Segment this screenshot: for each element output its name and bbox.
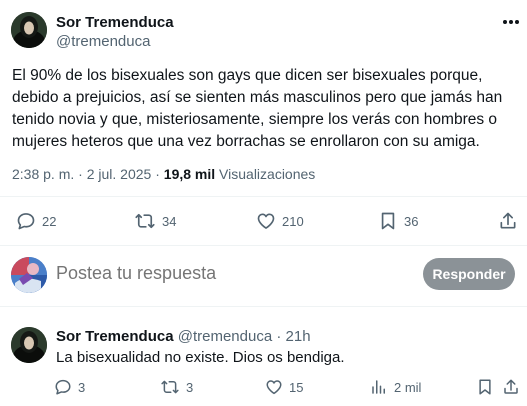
reply-like-button[interactable]: 15 [265,378,303,396]
retweet-button[interactable]: 34 [134,211,176,231]
divider [0,306,527,318]
retweet-icon [135,213,155,229]
tweet-text-line: debido a prejuicios, así se sienten más … [12,89,503,106]
reply-reply-count: 3 [78,379,86,395]
reply-views-button[interactable]: 2 mil [370,378,421,396]
heart-icon [266,380,282,395]
author-name[interactable]: Sor Tremenduca [56,14,174,31]
reply-button[interactable]: 22 [16,211,56,231]
retweet-count: 34 [162,213,177,229]
tweet-time[interactable]: 2:38 p. m. [12,166,74,182]
bookmark-icon [479,379,491,395]
tweet-text-line: El 90% de los bisexuales son gays que di… [12,67,483,84]
share-icon [504,379,518,394]
reply-author-avatar[interactable] [11,327,47,363]
reply-header: Sor Tremenduca @tremenduca · 21h [56,328,311,345]
reply-count: 22 [42,213,57,229]
heart-icon [257,213,275,229]
share-button[interactable] [498,211,518,231]
divider [0,196,527,197]
tweet-text-line: mujeres heteros que una vez borrachas se… [12,133,480,150]
like-count: 210 [282,213,304,229]
user-avatar[interactable] [11,257,47,293]
reply-share-button[interactable] [502,378,520,396]
reply-input[interactable] [56,263,386,284]
reply-like-count: 15 [289,379,304,395]
reply-time[interactable]: 21h [286,328,311,345]
more-options-icon[interactable] [503,20,519,24]
reply-separator: · [276,328,282,345]
reply-author-handle[interactable]: @tremenduca [178,328,272,345]
reply-icon [17,213,35,230]
bookmark-icon [381,212,395,230]
views-label[interactable]: Visualizaciones [219,166,315,182]
tweet-text-line: tenido novia y que, misteriosamente, sie… [12,111,498,128]
reply-submit-button[interactable]: Responder [423,258,515,290]
reply-reply-button[interactable]: 3 [54,378,85,396]
meta-separator: · [155,166,160,182]
reply-retweet-button[interactable]: 3 [160,378,193,396]
divider [0,245,527,246]
reply-text: La bisexualidad no existe. Dios os bendi… [56,349,345,366]
tweet-date[interactable]: 2 jul. 2025 [87,166,152,182]
meta-separator: · [78,166,83,182]
reply-bookmark-button[interactable] [476,378,494,396]
retweet-icon [161,380,179,394]
author-avatar[interactable] [11,12,47,48]
bookmark-count: 36 [404,213,419,229]
share-icon [500,212,516,229]
like-button[interactable]: 210 [256,211,304,231]
reply-icon [55,379,71,395]
reply-author-name[interactable]: Sor Tremenduca [56,328,174,345]
author-handle[interactable]: @tremenduca [56,33,150,50]
tweet-meta: 2:38 p. m. · 2 jul. 2025 · 19,8 mil Visu… [12,166,315,182]
tweet-text: El 90% de los bisexuales son gays que di… [12,65,517,153]
analytics-icon [372,380,385,394]
views-count: 19,8 mil [163,166,216,182]
bookmark-button[interactable]: 36 [378,211,418,231]
reply-views-count: 2 mil [394,379,422,395]
reply-retweet-count: 3 [186,379,194,395]
